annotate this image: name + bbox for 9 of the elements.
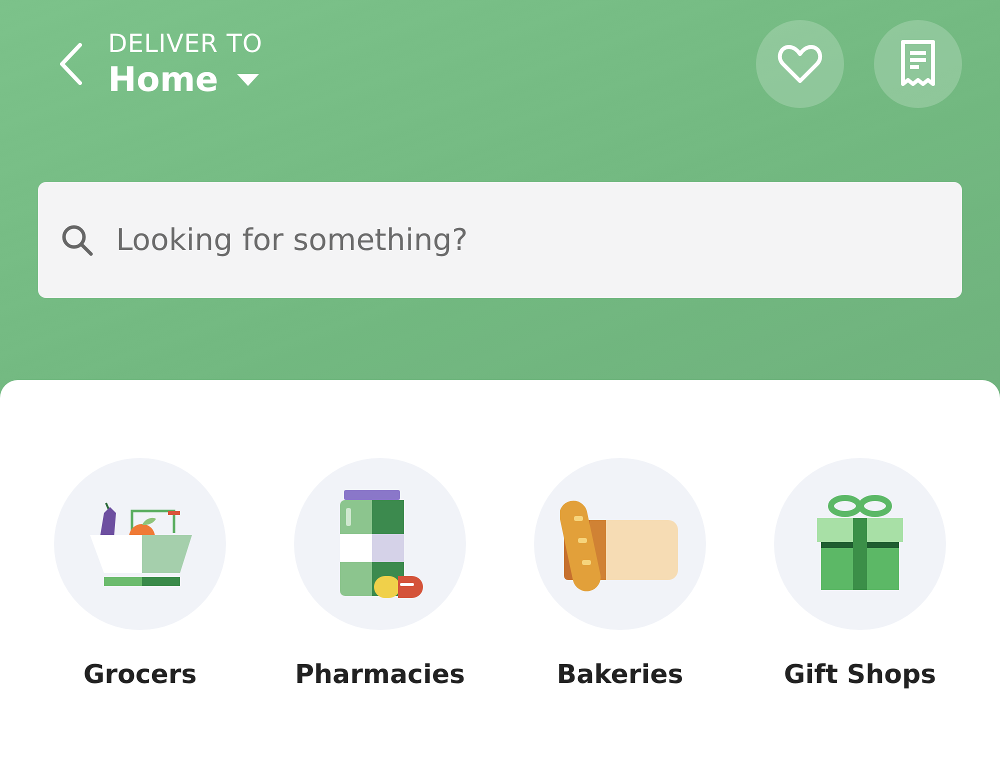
deliver-to-label: DELIVER TO — [108, 28, 263, 58]
category-label: Pharmacies — [294, 660, 465, 690]
category-label: Grocers — [83, 660, 197, 690]
search-field[interactable]: Looking for something? — [38, 182, 962, 298]
category-label: Gift Shops — [784, 660, 936, 690]
caret-icon — [236, 72, 260, 86]
heart-icon — [777, 43, 823, 85]
category-label: Bakeries — [556, 660, 684, 690]
location-dropdown[interactable]: Home — [108, 60, 263, 100]
